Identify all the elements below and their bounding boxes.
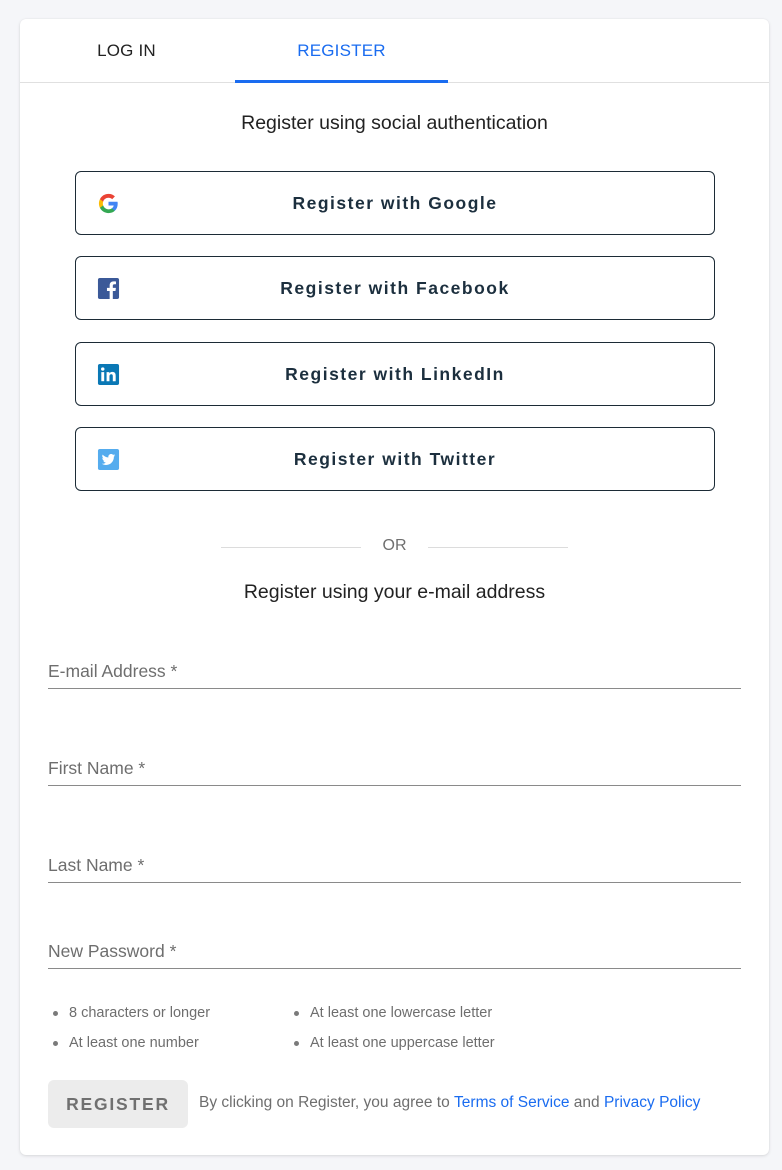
bullet-icon	[294, 1040, 299, 1046]
password-requirement: At least one uppercase letter	[294, 1035, 495, 1051]
register-twitter-label: Register with Twitter	[293, 448, 497, 469]
email-register-heading: Register using your e-mail address	[243, 581, 546, 603]
register-google-label: Register with Google	[292, 192, 498, 213]
register-card: LOG IN REGISTER Register using social au…	[20, 19, 769, 1155]
password-requirement: At least one number	[53, 1035, 199, 1051]
new-password-input[interactable]	[48, 929, 741, 968]
tab-log-in[interactable]: LOG IN	[20, 19, 233, 83]
bullet-icon	[294, 1010, 299, 1016]
first-name-field[interactable]: First Name *	[48, 746, 741, 786]
requirement-text: At least one number	[69, 1035, 199, 1051]
password-requirement: 8 characters or longer	[53, 1005, 210, 1021]
register-submit-button[interactable]: REGISTER	[48, 1080, 188, 1128]
register-linkedin-label: Register with LinkedIn	[285, 363, 505, 384]
tab-register[interactable]: REGISTER	[235, 19, 448, 83]
email-input[interactable]	[48, 649, 741, 688]
register-linkedin-button[interactable]: Register with LinkedIn	[75, 342, 715, 406]
register-twitter-button[interactable]: Register with Twitter	[75, 427, 715, 491]
or-text: OR	[382, 537, 407, 554]
register-google-button[interactable]: Register with Google	[75, 171, 715, 235]
requirement-text: At least one lowercase letter	[310, 1005, 493, 1021]
google-icon	[98, 193, 118, 214]
agreement-conjunction: and	[573, 1094, 600, 1111]
bullet-icon	[53, 1010, 58, 1016]
register-facebook-button[interactable]: Register with Facebook	[75, 256, 715, 320]
bullet-icon	[53, 1040, 58, 1046]
social-auth-heading: Register using social authentication	[241, 112, 548, 134]
auth-tabs: LOG IN REGISTER	[20, 19, 769, 83]
terms-of-service-link[interactable]: Terms of Service	[454, 1094, 569, 1111]
linkedin-icon	[97, 363, 120, 386]
last-name-input[interactable]	[48, 843, 741, 882]
privacy-policy-link[interactable]: Privacy Policy	[604, 1094, 700, 1111]
or-divider: OR	[20, 535, 769, 559]
password-requirement: At least one lowercase letter	[294, 1005, 492, 1021]
last-name-field[interactable]: Last Name *	[48, 843, 741, 883]
twitter-icon	[97, 448, 120, 471]
agreement-text: By clicking on Register, you agree to Te…	[199, 1094, 700, 1112]
active-tab-indicator	[235, 80, 448, 83]
email-field[interactable]: E-mail Address *	[48, 649, 741, 689]
divider-line-right	[428, 547, 568, 548]
requirement-text: 8 characters or longer	[69, 1005, 211, 1021]
new-password-field[interactable]: New Password *	[48, 929, 741, 969]
first-name-input[interactable]	[48, 746, 741, 785]
requirement-text: At least one uppercase letter	[310, 1035, 495, 1051]
register-facebook-label: Register with Facebook	[280, 277, 510, 298]
facebook-icon	[97, 277, 120, 300]
agreement-prefix: By clicking on Register, you agree to	[199, 1094, 450, 1111]
